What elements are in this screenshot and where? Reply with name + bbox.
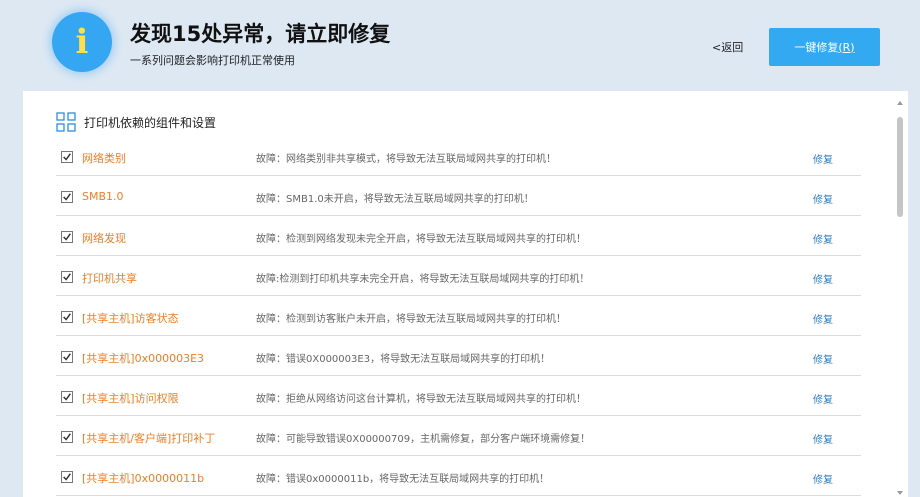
checkmark-icon [63,313,71,321]
issue-description: 故障：检测到网络发现未完全开启，将导致无法互联局域网共享的打印机！ [256,234,586,245]
issue-name: 网络类别 [82,152,126,165]
checkmark-icon [63,393,71,401]
issue-name: [共享主机]访客状态 [82,312,179,325]
issue-name: 网络发现 [82,232,126,245]
issue-name: [共享主机/客户端]打印补丁 [82,432,216,445]
fix-all-shortcut: (R) [838,40,855,54]
issues-panel: 打印机依赖的组件和设置 网络类别 故障：网络类别非共享模式，将导致无法互联局域网共… [23,91,908,497]
issue-description: 故障：错误0x0000011b，将导致无法互联局域网共享的打印机！ [256,474,550,485]
repair-link[interactable]: 修复 [813,271,833,286]
checkmark-icon [63,473,71,481]
checkmark-icon [63,193,71,201]
header: i 发现15处异常，请立即修复 一系列问题会影响打印机正常使用 <返回 一键修复… [0,0,920,92]
checkmark-icon [63,153,71,161]
issue-description: 故障：拒绝从网络访问这台计算机，将导致无法互联局域网共享的打印机！ [256,394,586,405]
fix-all-button[interactable]: 一键修复 (R) [769,28,880,66]
fix-all-label: 一键修复 [794,41,839,54]
issue-checkbox[interactable] [61,271,73,283]
scrollbar[interactable] [896,99,904,497]
list-item: [共享主机]0x0000011b 故障：错误0x0000011b，将导致无法互联局… [56,456,861,496]
back-button[interactable]: <返回 [712,39,743,55]
checkmark-icon [63,433,71,441]
repair-link[interactable]: 修复 [813,431,833,446]
repair-link[interactable]: 修复 [813,391,833,406]
repair-link[interactable]: 修复 [813,191,833,206]
issue-checkbox[interactable] [61,471,73,483]
list-item: [共享主机]访客状态 故障：检测到访客账户未开启，将导致无法互联局域网共享的打印机… [56,296,861,336]
issue-name: SMB1.0 [82,190,124,203]
issue-description: 故障：可能导致错误0X00000709，主机需修复，部分客户端环境需修复！ [256,434,591,445]
list-item: 网络类别 故障：网络类别非共享模式，将导致无法互联局域网共享的打印机！ 修复 [56,136,861,176]
issue-description: 故障：网络类别非共享模式，将导致无法互联局域网共享的打印机！ [256,154,556,165]
scroll-up-icon[interactable] [896,99,904,107]
warning-badge: i [52,12,112,72]
info-icon: i [75,22,89,62]
repair-link[interactable]: 修复 [813,231,833,246]
list-item: SMB1.0 故障：SMB1.0未开启，将导致无法互联局域网共享的打印机！ 修复 [56,176,861,216]
grid-icon [56,112,76,132]
repair-link[interactable]: 修复 [813,471,833,486]
issue-description: 故障：SMB1.0未开启，将导致无法互联局域网共享的打印机！ [256,194,534,205]
issue-description: 故障：错误0X000003E3，将导致无法互联局域网共享的打印机！ [256,354,551,365]
issue-checkbox[interactable] [61,151,73,163]
issue-checkbox[interactable] [61,191,73,203]
list-item: [共享主机]访问权限 故障：拒绝从网络访问这台计算机，将导致无法互联局域网共享的打… [56,376,861,416]
list-item: [共享主机/客户端]打印补丁 故障：可能导致错误0X00000709，主机需修复，… [56,416,861,456]
page-subtitle: 一系列问题会影响打印机正常使用 [130,54,295,67]
issue-checkbox[interactable] [61,431,73,443]
issue-name: [共享主机]0x0000011b [82,472,205,485]
issue-checkbox[interactable] [61,311,73,323]
checkmark-icon [63,353,71,361]
repair-link[interactable]: 修复 [813,351,833,366]
checkmark-icon [63,273,71,281]
list-item: 网络发现 故障：检测到网络发现未完全开启，将导致无法互联局域网共享的打印机！ 修复 [56,216,861,256]
issue-checkbox[interactable] [61,231,73,243]
issue-checkbox[interactable] [61,351,73,363]
repair-link[interactable]: 修复 [813,311,833,326]
issue-name: [共享主机]访问权限 [82,392,179,405]
issue-list: 网络类别 故障：网络类别非共享模式，将导致无法互联局域网共享的打印机！ 修复 SMB1… [56,136,861,496]
section-header: 打印机依赖的组件和设置 [56,112,216,132]
checkmark-icon [63,233,71,241]
issue-name: [共享主机]0x000003E3 [82,352,205,365]
page-title: 发现15处异常，请立即修复 [130,22,391,46]
issue-description: 故障:检测到打印机共享未完全开启，将导致无法互联局域网共享的打印机！ [256,274,590,285]
list-item: [共享主机]0x000003E3 故障：错误0X000003E3，将导致无法互联局… [56,336,861,376]
list-item: 打印机共享 故障:检测到打印机共享未完全开启，将导致无法互联局域网共享的打印机！ 修… [56,256,861,296]
scroll-down-icon[interactable] [896,489,904,497]
issue-description: 故障：检测到访客账户未开启，将导致无法互联局域网共享的打印机！ [256,314,566,325]
scrollbar-thumb[interactable] [897,117,903,217]
repair-link[interactable]: 修复 [813,151,833,166]
issue-name: 打印机共享 [82,272,137,285]
issue-checkbox[interactable] [61,391,73,403]
section-title: 打印机依赖的组件和设置 [84,115,217,130]
